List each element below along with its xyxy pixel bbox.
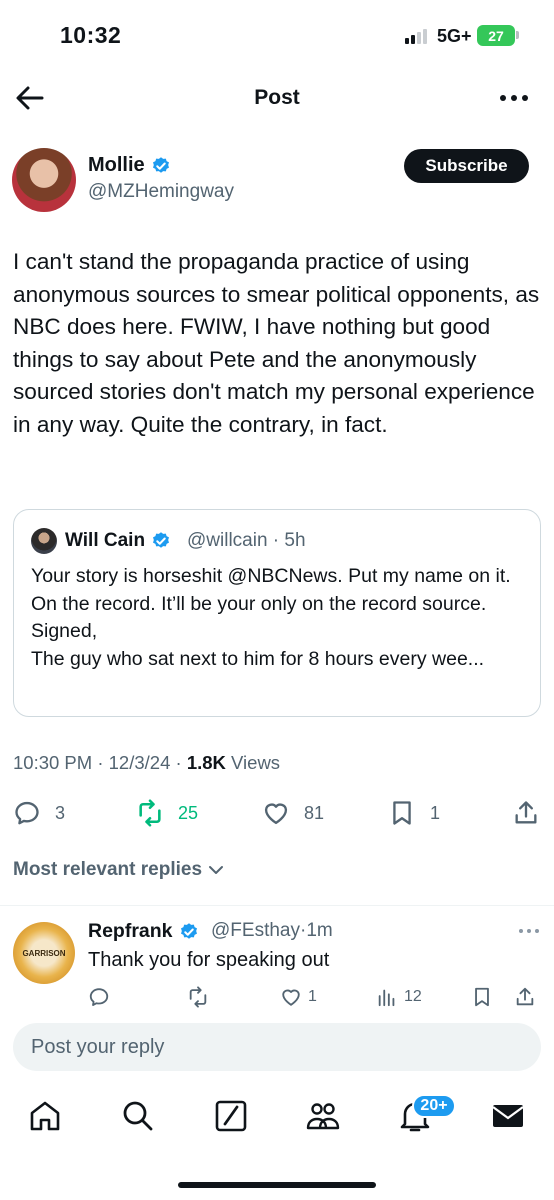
- views-label[interactable]: Views: [231, 752, 280, 773]
- network-type: 5G+: [437, 26, 472, 46]
- post-date: 12/3/24: [108, 752, 171, 773]
- bookmark-count: 1: [430, 802, 441, 823]
- reply-avatar-logo: GARRISON: [22, 948, 66, 958]
- reply-button[interactable]: 3: [13, 798, 65, 828]
- chevron-down-icon: [209, 866, 224, 874]
- verified-icon: [153, 532, 170, 548]
- quote-author-handle: @willcain: [187, 530, 268, 551]
- more-icon[interactable]: [498, 90, 530, 106]
- share-icon: [515, 801, 537, 824]
- reply-views-button[interactable]: 12: [376, 984, 422, 1010]
- post-text: I can't stand the propaganda practice of…: [13, 249, 540, 437]
- mail-icon[interactable]: [490, 1098, 526, 1134]
- reply-reply-button[interactable]: [88, 984, 116, 1010]
- share-button[interactable]: [512, 798, 540, 828]
- views-count: 1.8K: [186, 752, 226, 773]
- repost-count: 25: [178, 802, 199, 823]
- quote-text: Your story is horseshit @NBCNews. Put my…: [31, 565, 511, 670]
- reply-author-handle: @FEsthay: [211, 920, 300, 941]
- battery-icon: 27: [477, 25, 515, 46]
- home-icon[interactable]: [27, 1098, 63, 1134]
- notifications-badge: 20+: [412, 1094, 456, 1118]
- reply-age: 1m: [306, 920, 333, 941]
- reply-like-count: 1: [308, 988, 317, 1005]
- divider: [0, 905, 554, 906]
- repost-icon: [139, 799, 161, 827]
- replies-sort-dropdown[interactable]: Most relevant replies: [13, 859, 224, 881]
- reply-icon: [89, 988, 109, 1006]
- reply-text: Thank you for speaking out: [88, 949, 330, 971]
- battery-level: 27: [488, 27, 504, 44]
- reply-author-row[interactable]: Repfrank: [88, 920, 199, 943]
- reply-share-button[interactable]: [514, 984, 536, 1010]
- views-icon: [378, 989, 395, 1007]
- quote-author-name: Will Cain: [65, 530, 146, 551]
- signal-icon: [405, 28, 427, 44]
- author-name-row[interactable]: Mollie: [88, 154, 171, 177]
- author-handle[interactable]: @MZHemingway: [88, 181, 234, 203]
- quote-author-row: Will Cain: [65, 530, 171, 552]
- quote-avatar: [31, 528, 57, 554]
- like-button[interactable]: 81: [262, 798, 324, 828]
- reply-handle-row: @FEsthay·1m: [211, 920, 333, 941]
- repost-icon: [189, 986, 207, 1008]
- reply-like-button[interactable]: 1: [280, 984, 317, 1010]
- replies-sort-label: Most relevant replies: [13, 859, 203, 880]
- post-time: 10:30 PM: [13, 752, 93, 773]
- reply-author-name: Repfrank: [88, 920, 173, 942]
- post-meta: 10:30 PM · 12/3/24 · 1.8K Views: [13, 752, 281, 773]
- bookmark-icon: [475, 987, 489, 1007]
- quote-age: 5h: [284, 530, 306, 551]
- quote-handle-row: @willcain · 5h: [187, 530, 306, 551]
- like-icon: [282, 989, 300, 1006]
- reply-bookmark-button[interactable]: [471, 984, 493, 1010]
- reply-avatar[interactable]: GARRISON: [13, 922, 75, 984]
- page-title: Post: [254, 86, 300, 109]
- bookmark-button[interactable]: 1: [388, 798, 440, 828]
- share-icon: [516, 987, 534, 1006]
- like-icon: [264, 803, 288, 825]
- verified-icon: [152, 156, 169, 173]
- author-name: Mollie: [88, 154, 145, 176]
- grok-icon[interactable]: [213, 1098, 249, 1134]
- reply-icon: [15, 801, 39, 825]
- subscribe-button[interactable]: Subscribe: [404, 149, 529, 183]
- repost-button[interactable]: 25: [136, 798, 198, 828]
- verified-icon: [180, 922, 197, 939]
- like-count: 81: [304, 802, 325, 823]
- battery-nub: [516, 31, 519, 39]
- more-icon[interactable]: [518, 926, 540, 936]
- reply-repost-button[interactable]: [187, 984, 215, 1010]
- bookmark-icon: [393, 801, 411, 825]
- avatar[interactable]: [12, 148, 76, 212]
- reply-count: 3: [55, 802, 66, 823]
- communities-icon[interactable]: [305, 1098, 341, 1134]
- home-indicator: [178, 1182, 376, 1188]
- reply-views-count: 12: [404, 988, 422, 1005]
- status-time: 10:32: [60, 22, 122, 48]
- search-icon[interactable]: [120, 1098, 156, 1134]
- reply-input[interactable]: [13, 1023, 541, 1071]
